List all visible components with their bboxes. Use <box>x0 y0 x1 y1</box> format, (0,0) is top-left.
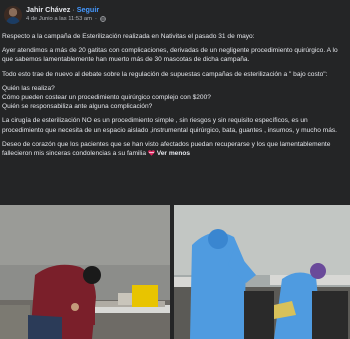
author-line: Jahir Chávez · Seguir <box>26 5 99 14</box>
question-1: Quién las realiza? <box>2 84 55 92</box>
post-timestamp[interactable]: 4 de Junio a las 11:53 am <box>26 16 92 22</box>
red-heart-icon <box>148 150 155 156</box>
name-separator: · <box>72 5 75 14</box>
follow-button[interactable]: Seguir <box>77 5 99 14</box>
paragraph-debate: Todo esto trae de nuevo al debate sobre … <box>2 70 328 78</box>
see-less-link[interactable]: Ver menos <box>157 150 190 157</box>
question-2: Cómo pueden costear un procedimiento qui… <box>2 94 211 102</box>
meta-separator: · <box>94 16 97 22</box>
globe-icon[interactable] <box>100 16 106 22</box>
photo-staff-in-blue-gowns[interactable] <box>174 205 350 339</box>
post-header: Jahir Chávez · Seguir 4 de Junio a las 11:… <box>0 0 350 34</box>
post-body: Respecto a la campaña de Esterilización … <box>2 32 346 163</box>
paragraph-surgery: La cirugía de esterilización NO es un pr… <box>2 117 338 134</box>
photo-surgery-table[interactable] <box>0 205 170 339</box>
paragraph-condolences: Deseo de corazón que los pacientes que s… <box>2 140 346 158</box>
question-3: Quién se responsabiliza ante alguna comp… <box>2 103 153 111</box>
paragraph-questions: Quién las realiza? Cómo pueden costear u… <box>2 84 346 112</box>
post-meta: 4 de Junio a las 11:53 am · <box>26 16 106 22</box>
author-name[interactable]: Jahir Chávez <box>26 5 70 14</box>
avatar[interactable] <box>4 6 22 24</box>
paragraph-intro: Respecto a la campaña de Esterilización … <box>2 33 255 40</box>
paragraph-cases: Ayer atendimos a más de 20 gatitas con c… <box>2 47 338 64</box>
